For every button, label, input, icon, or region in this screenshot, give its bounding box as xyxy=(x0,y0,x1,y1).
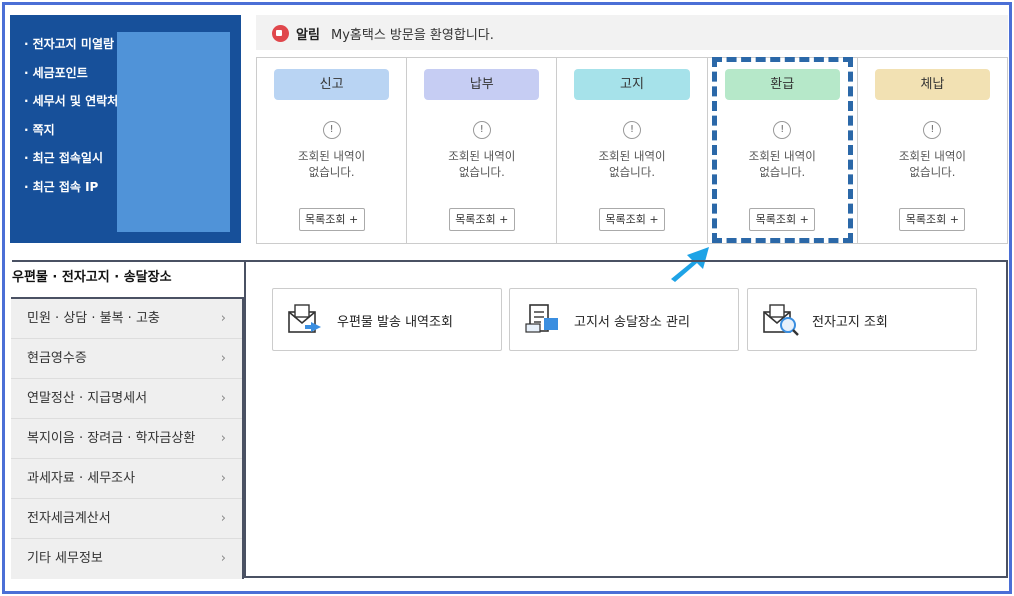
chevron-right-icon: › xyxy=(220,511,226,526)
status-card-notice: 고지 ! 조회된 내역이 없습니다. 목록조회 + xyxy=(557,58,708,243)
sidenav-item-welfare[interactable]: 복지이음 · 장려금 · 학자금상환 › xyxy=(11,419,242,459)
user-panel-item-messages[interactable]: 쪽지 xyxy=(24,121,118,150)
list-view-button[interactable]: 목록조회 + xyxy=(599,208,665,231)
user-panel-item-unread-notice[interactable]: 전자고지 미열람 xyxy=(24,35,118,64)
chevron-right-icon: › xyxy=(220,311,226,326)
user-panel-item-last-login: 최근 접속일시 xyxy=(24,149,118,178)
megaphone-icon xyxy=(272,25,289,42)
user-values-box xyxy=(117,32,230,232)
sidenav-item-complaints[interactable]: 민원 · 상담 · 불복 · 고충 › xyxy=(11,299,242,339)
refund-card-highlight xyxy=(712,57,853,243)
chevron-right-icon: › xyxy=(220,351,226,366)
status-card-arrears: 체납 ! 조회된 내역이 없습니다. 목록조회 + xyxy=(858,58,1007,243)
user-panel-item-tax-points[interactable]: 세금포인트 xyxy=(24,64,118,93)
side-navigation: 민원 · 상담 · 불복 · 고충 › 현금영수증 › 연말정산 · 지급명세서 › … xyxy=(11,297,244,579)
chevron-right-icon: › xyxy=(220,431,226,446)
user-panel-item-last-ip: 최근 접속 IP xyxy=(24,178,118,207)
sidenav-item-tax-data[interactable]: 과세자료 · 세무조사 › xyxy=(11,459,242,499)
status-card-title: 납부 xyxy=(424,69,540,100)
status-card-payment: 납부 ! 조회된 내역이 없습니다. 목록조회 + xyxy=(407,58,558,243)
mail-search-icon xyxy=(763,304,799,336)
exclamation-icon: ! xyxy=(923,121,942,139)
status-card-report: 신고 ! 조회된 내역이 없습니다. 목록조회 + xyxy=(257,58,408,243)
tab-top-border xyxy=(12,260,246,262)
status-cards: 신고 ! 조회된 내역이 없습니다. 목록조회 + 납부 ! 조회된 내역이 없습니… xyxy=(256,57,1008,244)
chevron-right-icon: › xyxy=(220,391,226,406)
service-label: 고지서 송달장소 관리 xyxy=(574,315,690,330)
empty-message: 조회된 내역이 없습니다. xyxy=(598,149,666,179)
sidenav-item-e-invoice[interactable]: 전자세금계산서 › xyxy=(11,499,242,539)
mail-history-button[interactable]: 우편물 발송 내역조회 xyxy=(272,288,502,351)
service-label: 전자고지 조회 xyxy=(812,315,888,330)
mail-send-icon xyxy=(288,304,321,333)
exclamation-icon: ! xyxy=(623,121,641,139)
exclamation-icon: ! xyxy=(472,121,491,139)
notice-label: 알림 xyxy=(296,28,320,43)
notice-bar: 알림 My홈택스 방문을 환영합니다. xyxy=(256,15,1008,50)
exclamation-icon: ! xyxy=(322,121,341,139)
document-location-icon xyxy=(525,304,558,333)
empty-message: 조회된 내역이 없습니다. xyxy=(448,149,516,179)
list-view-button[interactable]: 목록조회 + xyxy=(448,208,515,231)
empty-message: 조회된 내역이 없습니다. xyxy=(298,149,366,179)
status-card-title: 고지 xyxy=(574,69,690,100)
e-notice-search-button[interactable]: 전자고지 조회 xyxy=(747,288,977,351)
notice-message: My홈택스 방문을 환영합니다. xyxy=(331,28,494,43)
empty-message: 조회된 내역이 없습니다. xyxy=(898,149,966,179)
list-view-button[interactable]: 목록조회 + xyxy=(899,208,966,231)
user-info-panel: 전자고지 미열람 세금포인트 세무서 및 연락처 쪽지 최근 접속일시 최근 접… xyxy=(10,15,241,243)
sidenav-item-year-end[interactable]: 연말정산 · 지급명세서 › xyxy=(11,379,242,419)
user-panel-item-tax-office[interactable]: 세무서 및 연락처 xyxy=(24,92,119,121)
chevron-right-icon: › xyxy=(220,471,226,486)
delivery-place-button[interactable]: 고지서 송달장소 관리 xyxy=(509,288,739,351)
sidenav-item-cash-receipt[interactable]: 현금영수증 › xyxy=(11,339,242,379)
status-card-title: 체납 xyxy=(874,69,991,100)
chevron-right-icon: › xyxy=(220,551,226,566)
sidenav-item-other[interactable]: 기타 세무정보 › xyxy=(11,539,242,579)
service-label: 우편물 발송 내역조회 xyxy=(337,315,453,330)
tab-mail-e-notice[interactable]: 우편물 · 전자고지 · 송달장소 xyxy=(12,266,172,285)
list-view-button[interactable]: 목록조회 + xyxy=(298,208,365,231)
status-card-title: 신고 xyxy=(274,69,390,100)
